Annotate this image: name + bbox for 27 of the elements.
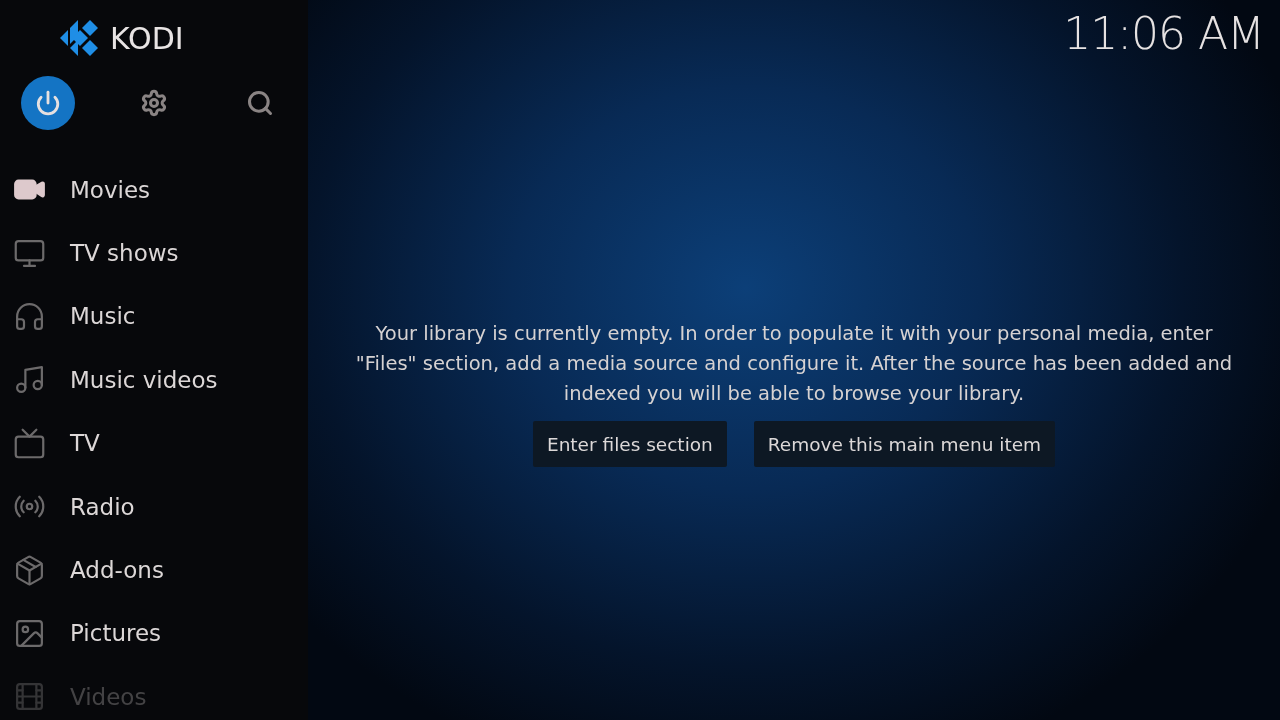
gear-icon bbox=[140, 89, 168, 117]
menu-label: Pictures bbox=[70, 620, 162, 647]
menu-label: Music videos bbox=[70, 366, 218, 393]
empty-library-message: Your library is currently empty. In order to populate it with your personal media, enter "Files" section, add a media source and configure it. After the source has been added and indexed you will be able to browse your library. bbox=[354, 321, 1234, 407]
menu-item[interactable]: TV shows bbox=[0, 221, 308, 285]
clock: 11:06 AM bbox=[1063, 7, 1265, 59]
action-button[interactable]: Remove this main menu item bbox=[753, 421, 1056, 467]
logo-icon bbox=[60, 20, 98, 56]
menu-item[interactable]: TV bbox=[0, 411, 308, 475]
menu-label: Radio bbox=[70, 493, 135, 520]
menu-label: TV shows bbox=[70, 240, 179, 267]
menu-label: Movies bbox=[70, 176, 151, 203]
menu-item[interactable]: Add-ons bbox=[0, 538, 308, 602]
menu-item[interactable]: Radio bbox=[0, 474, 308, 539]
menu-label: Videos bbox=[70, 683, 147, 710]
menu-label: Add-ons bbox=[70, 557, 164, 584]
menu-item[interactable]: Movies bbox=[0, 158, 308, 222]
menu-item[interactable]: Pictures bbox=[0, 601, 308, 666]
menu-item[interactable]: Music bbox=[0, 284, 308, 349]
action-button[interactable]: Enter files section bbox=[532, 421, 727, 467]
menu-label: Music bbox=[70, 303, 136, 330]
logo-text: KODI bbox=[110, 20, 184, 56]
power-button[interactable] bbox=[21, 76, 75, 130]
power-icon bbox=[35, 90, 61, 116]
menu-item[interactable]: Music videos bbox=[0, 348, 308, 412]
menu-label: TV bbox=[70, 430, 100, 457]
search-icon bbox=[246, 89, 274, 117]
